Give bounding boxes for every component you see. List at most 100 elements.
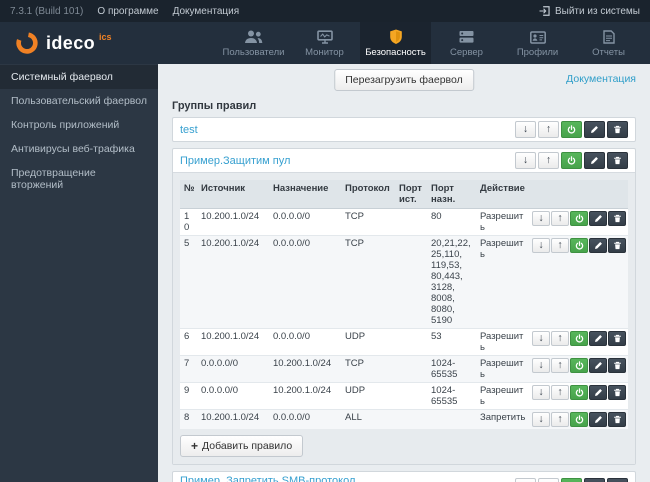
edit-rule-button[interactable] — [589, 331, 607, 346]
cell-sport — [395, 355, 427, 383]
logout-link[interactable]: Выйти из системы — [539, 6, 640, 17]
delete-rule-button[interactable] — [608, 211, 626, 226]
toggle-rule-button[interactable] — [570, 211, 588, 226]
edit-rule-button[interactable] — [589, 211, 607, 226]
pencil-icon — [591, 157, 598, 164]
toggle-rule-button[interactable] — [570, 358, 588, 373]
sidebar-item-label: Контроль приложений — [11, 119, 120, 131]
arrow-up-icon: ↑ — [557, 359, 563, 372]
main-nav: Пользователи Монитор Безопасность Сервер… — [218, 22, 650, 64]
move-down-button[interactable]: ↓ — [532, 331, 550, 346]
move-down-button[interactable]: ↓ — [532, 385, 550, 400]
power-icon — [567, 156, 576, 165]
move-down-button[interactable]: ↓ — [515, 121, 536, 138]
delete-rule-button[interactable] — [608, 412, 626, 427]
group-title-link[interactable]: test — [180, 124, 198, 136]
cell-dest: 0.0.0.0/0 — [269, 208, 341, 236]
delete-group-button[interactable] — [607, 152, 628, 169]
arrow-up-icon: ↑ — [557, 239, 563, 252]
toggle-rule-button[interactable] — [570, 331, 588, 346]
edit-rule-button[interactable] — [589, 412, 607, 427]
nav-item-reports[interactable]: Отчеты — [573, 22, 644, 64]
move-up-button[interactable]: ↑ — [538, 478, 559, 482]
toggle-group-button[interactable] — [561, 478, 582, 482]
nav-item-profiles[interactable]: Профили — [502, 22, 573, 64]
col-sport: Порт ист. — [395, 180, 427, 209]
edit-rule-button[interactable] — [589, 358, 607, 373]
move-up-button[interactable]: ↑ — [538, 152, 559, 169]
nav-label: Сервер — [450, 46, 483, 58]
reload-firewall-button[interactable]: Перезагрузить фаервол — [334, 69, 474, 91]
edit-group-button[interactable] — [584, 121, 605, 138]
sidebar-item-label: Предотвращение вторжений — [11, 167, 96, 191]
toggle-group-button[interactable] — [561, 121, 582, 138]
move-down-button[interactable]: ↓ — [532, 412, 550, 427]
arrow-up-icon: ↑ — [545, 154, 552, 167]
toggle-rule-button[interactable] — [570, 385, 588, 400]
delete-group-button[interactable] — [607, 121, 628, 138]
documentation-link[interactable]: Документация — [566, 73, 636, 85]
edit-group-button[interactable] — [584, 152, 605, 169]
move-up-button[interactable]: ↑ — [551, 358, 569, 373]
move-up-button[interactable]: ↑ — [551, 238, 569, 253]
cell-num: 9 — [180, 382, 197, 410]
move-down-button[interactable]: ↓ — [532, 238, 550, 253]
move-up-button[interactable]: ↑ — [551, 412, 569, 427]
power-icon — [567, 125, 576, 134]
delete-rule-button[interactable] — [608, 238, 626, 253]
nav-label: Безопасность — [365, 46, 426, 58]
arrow-down-icon: ↓ — [538, 239, 544, 252]
sidebar-item-app-control[interactable]: Контроль приложений — [0, 113, 158, 137]
edit-rule-button[interactable] — [589, 238, 607, 253]
col-num: № — [180, 180, 197, 209]
toggle-rule-button[interactable] — [570, 238, 588, 253]
delete-group-button[interactable] — [607, 478, 628, 482]
add-rule-button[interactable]: + Добавить правило — [180, 435, 304, 457]
documentation-top-link[interactable]: Документация — [173, 6, 240, 17]
cell-source: 0.0.0.0/0 — [197, 355, 269, 383]
move-down-button[interactable]: ↓ — [532, 358, 550, 373]
move-up-button[interactable]: ↑ — [551, 331, 569, 346]
move-down-button[interactable]: ↓ — [515, 152, 536, 169]
power-icon — [575, 415, 583, 424]
move-up-button[interactable]: ↑ — [538, 121, 559, 138]
delete-rule-button[interactable] — [608, 331, 626, 346]
trash-icon — [614, 125, 621, 134]
cell-proto: TCP — [341, 235, 395, 329]
group-title-link[interactable]: Пример.Защитим пул — [180, 155, 290, 167]
about-link[interactable]: О программе — [97, 6, 158, 17]
cell-sport — [395, 382, 427, 410]
brand-logo[interactable]: ideco ics — [0, 22, 128, 64]
move-up-button[interactable]: ↑ — [551, 211, 569, 226]
sidebar-item-system-firewall[interactable]: Системный фаервол — [0, 65, 158, 89]
delete-rule-button[interactable] — [608, 358, 626, 373]
cell-dport: 53 — [427, 328, 476, 356]
cell-action: Разрешить — [476, 208, 530, 236]
trash-icon — [613, 334, 621, 343]
main-header: ideco ics Пользователи Монитор Безопаснос… — [0, 22, 650, 64]
nav-item-security[interactable]: Безопасность — [360, 22, 431, 64]
cell-action: Разрешить — [476, 382, 530, 410]
rules-table: № Источник Назначение Протокол Порт ист.… — [180, 180, 628, 429]
pencil-icon — [594, 215, 602, 222]
cell-sport — [395, 208, 427, 236]
nav-item-monitor[interactable]: Монитор — [289, 22, 360, 64]
sidebar-item-web-antivirus[interactable]: Антивирусы веб-трафика — [0, 137, 158, 161]
trash-icon — [613, 361, 621, 370]
cell-source: 0.0.0.0/0 — [197, 382, 269, 410]
delete-rule-button[interactable] — [608, 385, 626, 400]
edit-group-button[interactable] — [584, 478, 605, 482]
toggle-group-button[interactable] — [561, 152, 582, 169]
toggle-rule-button[interactable] — [570, 412, 588, 427]
sidebar-item-intrusion-prevention[interactable]: Предотвращение вторжений — [0, 161, 158, 197]
move-down-button[interactable]: ↓ — [532, 211, 550, 226]
move-up-button[interactable]: ↑ — [551, 385, 569, 400]
edit-rule-button[interactable] — [589, 385, 607, 400]
nav-item-users[interactable]: Пользователи — [218, 22, 289, 64]
sidebar-item-user-firewall[interactable]: Пользовательский фаервол — [0, 89, 158, 113]
group-title-link[interactable]: Пример. Запретить SMB-протокол — [180, 475, 367, 482]
nav-item-server[interactable]: Сервер — [431, 22, 502, 64]
version-label: 7.3.1 (Build 101) — [10, 5, 84, 17]
move-down-button[interactable]: ↓ — [515, 478, 536, 482]
monitor-icon — [316, 29, 333, 44]
